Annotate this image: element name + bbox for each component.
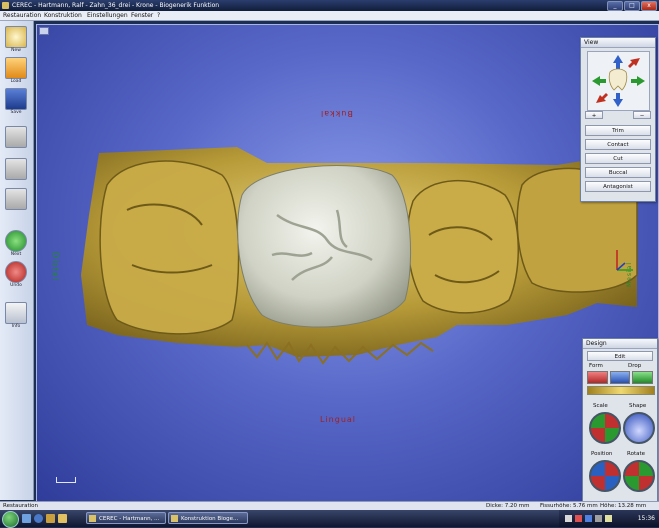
tooth-gray-icon [5, 126, 27, 148]
dental-model[interactable] [37, 25, 658, 501]
arrow-right-icon [5, 230, 27, 252]
drop-hand-green-icon[interactable] [632, 371, 654, 384]
zoom-out-button[interactable]: − [633, 111, 651, 119]
menu-einstellungen[interactable]: Einstellungen [87, 11, 128, 20]
app-icon [2, 2, 9, 9]
window-controls: _ □ x [607, 1, 657, 11]
tool-button-3[interactable] [4, 188, 28, 214]
quicklaunch-browser-icon[interactable] [34, 514, 43, 523]
floppy-disk-icon [5, 88, 27, 110]
position-label: Position [591, 451, 613, 457]
taskbar-clock[interactable]: 15:36 [638, 510, 655, 527]
form-hand-blue-icon[interactable] [609, 371, 631, 384]
right-tooth [406, 179, 519, 314]
taskbar: CEREC - Hartmann, ... Konstruktion Bioge… [0, 510, 659, 528]
rotate-label: Rotate [627, 451, 646, 457]
undo-button[interactable]: Undo [4, 261, 28, 288]
info-icon [5, 302, 27, 324]
cerec-task-icon [89, 515, 96, 522]
tray-volume-icon[interactable] [595, 515, 602, 522]
info-button[interactable]: Info [4, 302, 28, 329]
tooth-icon [5, 26, 27, 48]
view-orientation-widget[interactable] [587, 51, 650, 111]
position-dial-icon[interactable] [589, 460, 621, 492]
start-button-icon[interactable] [2, 511, 19, 528]
load-button[interactable]: Load [4, 57, 28, 84]
label-lingual: Lingual [320, 415, 357, 424]
cut-button[interactable]: Cut [585, 153, 651, 164]
orientation-arrows-icon [592, 55, 645, 107]
view-panel-title: View [581, 38, 655, 48]
view-panel: View + − Trim Contact Cut Buccal Antagon… [580, 37, 656, 202]
folder-open-icon [5, 57, 27, 79]
menu-konstruktion[interactable]: Konstruktion [44, 11, 82, 20]
window-title: CEREC - Hartmann, Ralf - Zahn_36_drei - … [12, 2, 220, 9]
tool-button-2[interactable] [4, 158, 28, 184]
title-bar: CEREC - Hartmann, Ralf - Zahn_36_drei - … [0, 0, 659, 11]
antagonist-button[interactable]: Antagonist [585, 181, 651, 192]
3d-viewport[interactable]: Bukkal Lingual Distal Mesial [36, 24, 659, 502]
crown-restoration [237, 164, 412, 328]
quicklaunch-folder-icon[interactable] [46, 514, 55, 523]
arrow-left-icon [5, 261, 27, 283]
tool-button-1[interactable] [4, 126, 28, 152]
tray-power-icon[interactable] [605, 515, 612, 522]
menu-restauration[interactable]: Restauration [3, 11, 41, 20]
task-cerec[interactable]: CEREC - Hartmann, ... [86, 512, 166, 524]
zoom-in-button[interactable]: + [585, 111, 603, 119]
konstruktion-task-icon [171, 515, 178, 522]
left-tooth [99, 160, 240, 335]
form-size-slider[interactable] [587, 386, 655, 395]
shape-label: Shape [629, 403, 647, 409]
left-toolbar: New Load Save Next Undo Info [0, 21, 34, 500]
drop-label: Drop [628, 363, 642, 369]
tray-network-icon[interactable] [565, 515, 572, 522]
form-label: Form [589, 363, 603, 369]
menu-help[interactable]: ? [157, 11, 160, 20]
tooth-gray-icon [5, 188, 27, 210]
maximize-button[interactable]: □ [624, 1, 640, 11]
system-tray: 15:36 [559, 510, 659, 527]
quicklaunch-desktop-icon[interactable] [22, 514, 31, 523]
minimize-button[interactable]: _ [607, 1, 623, 11]
scale-dial-icon[interactable] [589, 412, 621, 444]
shape-dial-icon[interactable] [623, 412, 655, 444]
label-distal: Distal [50, 252, 60, 281]
design-panel: Design Edit Form Drop Scale Shape Positi… [582, 338, 658, 502]
quicklaunch-app-icon[interactable] [58, 514, 67, 523]
form-tools [587, 371, 654, 384]
new-button[interactable]: New [4, 26, 28, 53]
label-bukkal: Bukkal [320, 109, 353, 118]
design-panel-title: Design [583, 339, 657, 349]
tooth-gray-icon [5, 158, 27, 180]
tray-bluetooth-icon[interactable] [585, 515, 592, 522]
trim-button[interactable]: Trim [585, 125, 651, 136]
menu-bar: Restauration Konstruktion Einstellungen … [0, 11, 659, 21]
scale-bar [56, 477, 76, 483]
task-konstruktion[interactable]: Konstruktion Bioge... [168, 512, 248, 524]
buccal-button[interactable]: Buccal [585, 167, 651, 178]
menu-fenster[interactable]: Fenster [131, 11, 153, 20]
contact-button[interactable]: Contact [585, 139, 651, 150]
scale-label: Scale [593, 403, 608, 409]
form-hand-red-icon[interactable] [587, 371, 608, 384]
edit-button[interactable]: Edit [587, 351, 653, 361]
next-button[interactable]: Next [4, 230, 28, 257]
label-mesial: Mesial [626, 261, 634, 288]
close-button[interactable]: x [641, 1, 657, 11]
rotate-dial-icon[interactable] [623, 460, 655, 492]
tray-security-icon[interactable] [575, 515, 582, 522]
save-button[interactable]: Save [4, 88, 28, 115]
